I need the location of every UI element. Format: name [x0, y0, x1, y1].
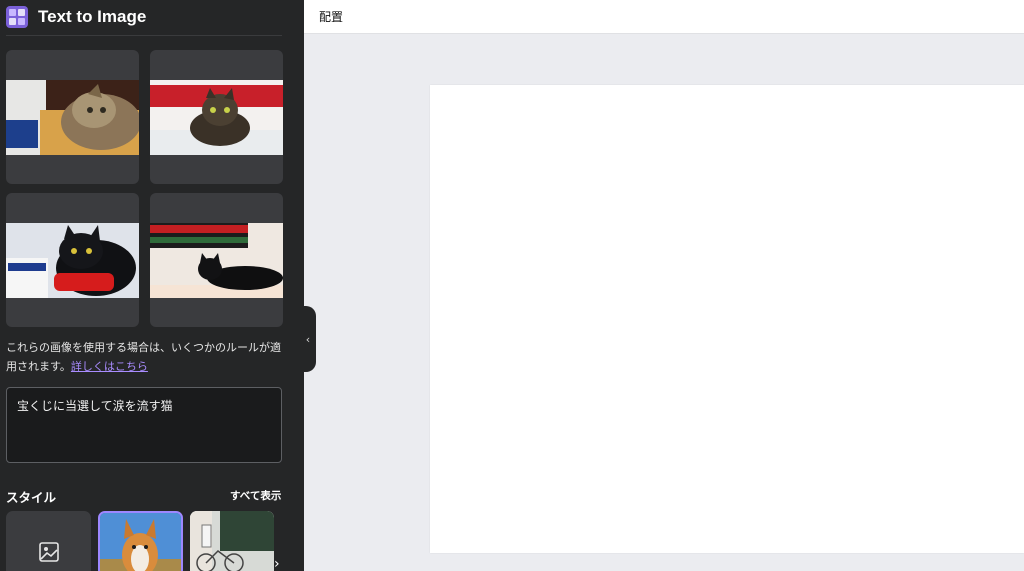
image-icon — [38, 541, 60, 567]
arrange-button[interactable]: 配置 — [319, 8, 343, 25]
prompt-input[interactable]: 宝くじに当選して涙を流す猫 — [6, 387, 282, 463]
generated-image-3[interactable] — [6, 193, 139, 327]
header-divider — [6, 35, 282, 36]
cat-image — [6, 223, 139, 298]
cat-image — [150, 223, 283, 298]
generated-image-1[interactable] — [6, 50, 139, 184]
learn-more-link[interactable]: 詳しくはこちら — [71, 360, 148, 373]
editor-toolbar: 配置 — [304, 0, 1024, 34]
bicycle-image — [190, 511, 274, 571]
corgi-image — [100, 513, 181, 571]
panel-header: Text to Image — [0, 0, 304, 34]
chevron-right-icon[interactable]: › — [274, 556, 286, 571]
style-option-photo[interactable] — [190, 511, 274, 571]
generated-image-4[interactable] — [150, 193, 283, 327]
collapse-panel-button[interactable]: ‹ — [300, 306, 316, 372]
style-option-corgi[interactable] — [98, 511, 183, 571]
styles-heading: スタイル — [6, 490, 57, 505]
generated-image-2[interactable] — [150, 50, 283, 184]
chevron-left-icon: ‹ — [305, 332, 311, 346]
show-all-styles-link[interactable]: すべて表示 — [230, 488, 281, 503]
panel-title: Text to Image — [38, 7, 147, 26]
cat-image — [6, 80, 139, 155]
side-panel: Text to Image これらの画像を使用する場合は、いくつかのルールが適用… — [0, 0, 304, 571]
usage-notice: これらの画像を使用する場合は、いくつかのルールが適用されます。詳しくはこちら — [6, 338, 286, 376]
cat-image — [150, 80, 283, 155]
style-option-none[interactable] — [6, 511, 91, 571]
text-to-image-app-icon — [6, 6, 28, 28]
design-canvas[interactable] — [430, 85, 1024, 553]
